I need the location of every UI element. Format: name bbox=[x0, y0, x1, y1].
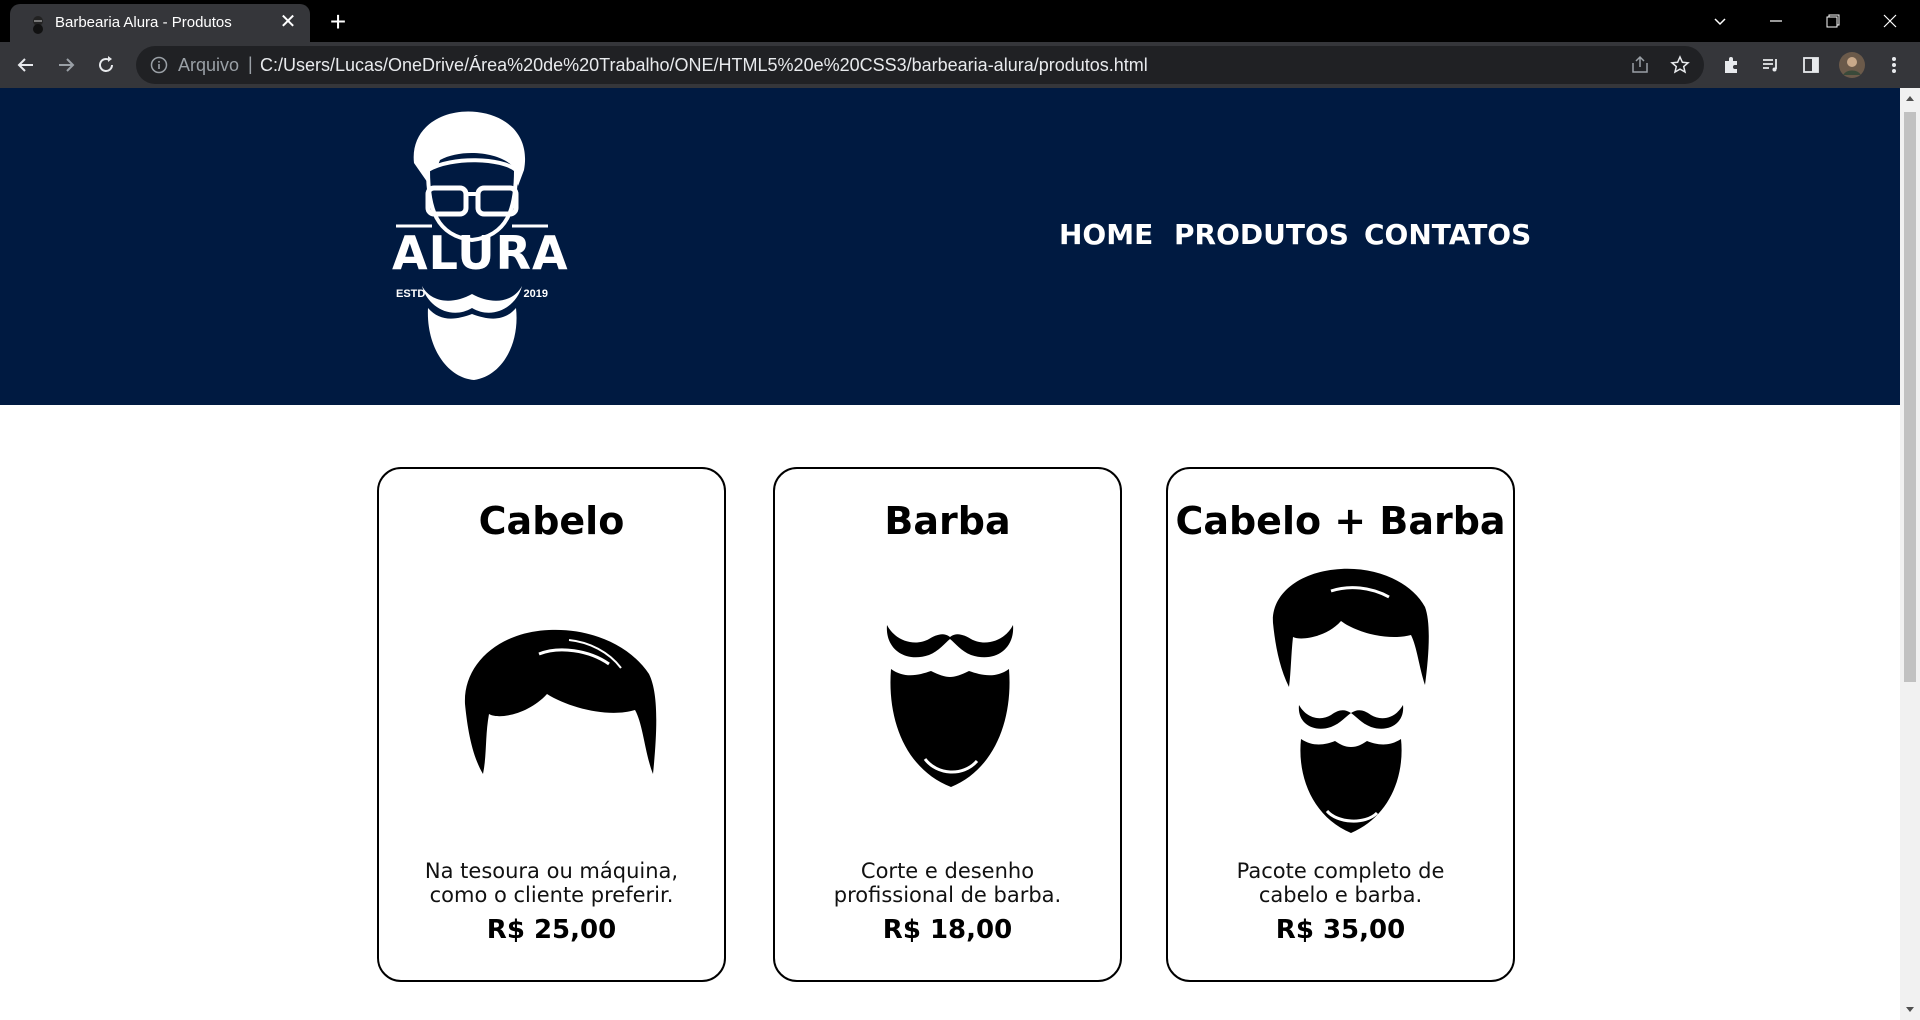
product-card-barba: Barba Corte e desenho profissional de ba… bbox=[773, 467, 1122, 982]
close-window-button[interactable] bbox=[1862, 0, 1918, 42]
back-button[interactable] bbox=[10, 49, 42, 81]
url-text[interactable]: C:/Users/Lucas/OneDrive/Área%20de%20Trab… bbox=[260, 55, 1148, 76]
new-tab-button[interactable]: + bbox=[322, 6, 354, 38]
scheme-label: Arquivo bbox=[178, 55, 240, 75]
barber-favicon-icon bbox=[33, 16, 43, 34]
product-price: R$ 35,00 bbox=[1275, 915, 1406, 945]
product-description: Pacote completo de cabelo e barba. bbox=[1188, 859, 1493, 907]
forward-button[interactable] bbox=[50, 49, 82, 81]
description-line: como o cliente preferir. bbox=[429, 883, 674, 907]
description-line: Pacote completo de bbox=[1236, 859, 1445, 883]
tab-search-icon[interactable] bbox=[1692, 0, 1748, 42]
page-viewport: ALURA ESTD 2019 HOME PRODUTOS CONTATOS C… bbox=[0, 88, 1900, 1020]
description-line: Na tesoura ou máquina, bbox=[424, 859, 679, 883]
url-separator: | bbox=[248, 54, 253, 74]
scroll-down-icon[interactable] bbox=[1905, 1004, 1915, 1014]
browser-tab[interactable]: Barbearia Alura - Produtos ✕ bbox=[10, 4, 310, 42]
media-control-icon[interactable] bbox=[1755, 49, 1787, 81]
scroll-up-icon[interactable] bbox=[1905, 94, 1915, 104]
logo-wordmark: ALURA bbox=[392, 226, 569, 280]
scrollbar-thumb[interactable] bbox=[1904, 112, 1916, 682]
hair-and-beard-icon bbox=[1272, 568, 1429, 833]
product-card-cabelo: Cabelo Na tesoura ou máquina, como o cli… bbox=[377, 467, 726, 982]
address-bar[interactable]: Arquivo | C:/Users/Lucas/OneDrive/Área%2… bbox=[136, 46, 1704, 84]
site-header: ALURA ESTD 2019 HOME PRODUTOS CONTATOS bbox=[0, 88, 1900, 405]
minimize-button[interactable] bbox=[1748, 0, 1804, 42]
share-icon[interactable] bbox=[1624, 49, 1656, 81]
tab-title: Barbearia Alura - Produtos bbox=[55, 14, 232, 31]
bookmark-star-icon[interactable] bbox=[1664, 49, 1696, 81]
close-tab-icon[interactable]: ✕ bbox=[276, 10, 300, 34]
nav-contatos[interactable]: CONTATOS bbox=[1364, 218, 1531, 251]
browser-toolbar: Arquivo | C:/Users/Lucas/OneDrive/Área%2… bbox=[0, 42, 1920, 88]
product-title: Cabelo bbox=[478, 499, 625, 543]
beard-icon bbox=[886, 625, 1014, 787]
extensions-icon[interactable] bbox=[1715, 49, 1747, 81]
side-panel-icon[interactable] bbox=[1795, 49, 1827, 81]
logo-year: 2019 bbox=[523, 288, 548, 300]
profile-avatar[interactable] bbox=[1836, 49, 1868, 81]
reload-button[interactable] bbox=[90, 49, 122, 81]
info-icon[interactable] bbox=[150, 56, 168, 74]
product-card-cabelo-barba: Cabelo + Barba Pacote completo de cabelo… bbox=[1166, 467, 1515, 982]
product-title: Cabelo + Barba bbox=[1175, 499, 1506, 543]
nav-produtos[interactable]: PRODUTOS bbox=[1174, 218, 1349, 251]
alura-logo[interactable]: ALURA ESTD 2019 bbox=[392, 108, 569, 383]
product-price: R$ 18,00 bbox=[882, 915, 1013, 945]
product-title: Barba bbox=[884, 499, 1011, 543]
logo-estd: ESTD bbox=[396, 288, 426, 300]
browser-tab-bar: Barbearia Alura - Produtos ✕ + bbox=[0, 0, 1920, 42]
product-price: R$ 25,00 bbox=[486, 915, 617, 945]
restore-button[interactable] bbox=[1805, 0, 1861, 42]
description-line: profissional de barba. bbox=[833, 883, 1062, 907]
hair-icon bbox=[464, 629, 657, 774]
description-line: cabelo e barba. bbox=[1258, 883, 1423, 907]
nav-home[interactable]: HOME bbox=[1059, 218, 1153, 251]
browser-menu-icon[interactable] bbox=[1878, 49, 1910, 81]
product-description: Corte e desenho profissional de barba. bbox=[795, 859, 1100, 907]
description-line: Corte e desenho bbox=[860, 859, 1035, 883]
page-scrollbar[interactable] bbox=[1900, 88, 1920, 1020]
product-description: Na tesoura ou máquina, como o cliente pr… bbox=[399, 859, 704, 907]
